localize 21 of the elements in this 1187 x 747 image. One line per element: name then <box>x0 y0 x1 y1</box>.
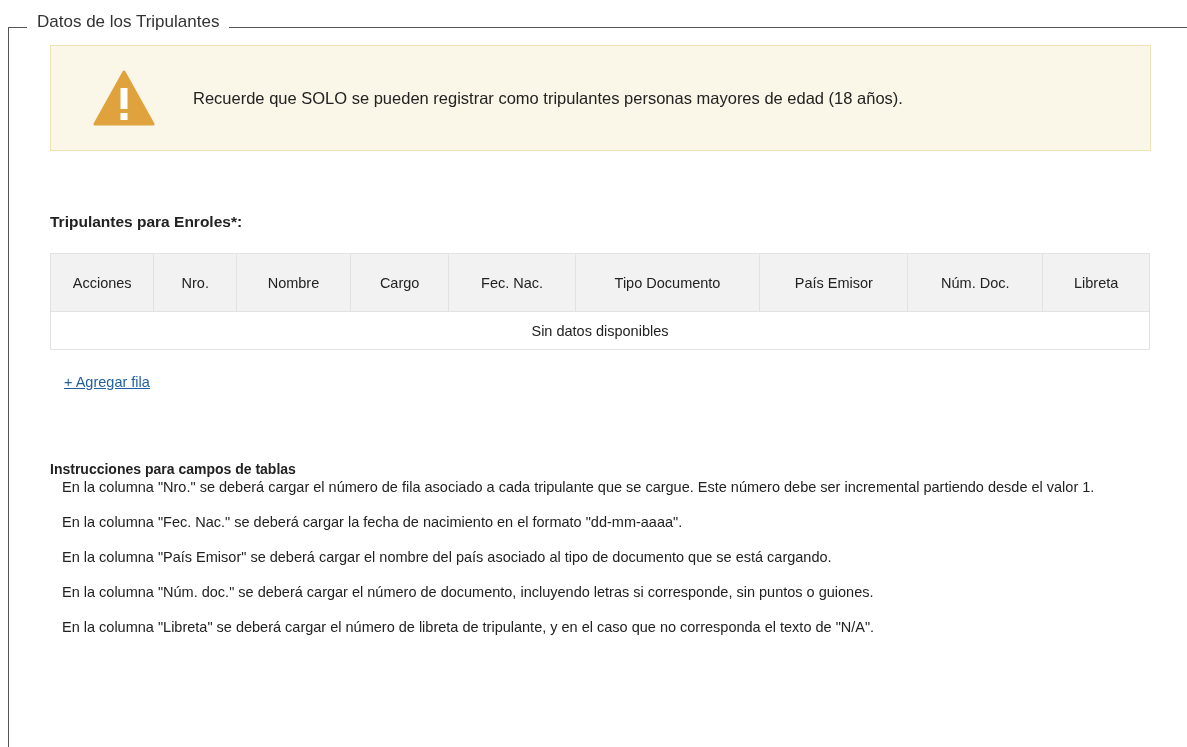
column-header: País Emisor <box>759 253 908 312</box>
instruction-text: En la columna "Nro." se deberá cargar el número de fila asociado a cada tripulante que se cargue. Este número debe ser incremental partiendo desde el valor 1. <box>62 478 1096 497</box>
instruction-text: En la columna "País Emisor" se deberá cargar el nombre del país asociado al tipo de documento que se está cargando. <box>62 548 833 567</box>
column-header: Acciones <box>50 253 154 312</box>
column-header: Fec. Nac. <box>449 253 576 312</box>
empty-table-message: Sin datos disponibles <box>50 311 1150 350</box>
instructions-title: Instrucciones para campos de tablas <box>50 461 297 477</box>
column-header: Cargo <box>350 253 449 312</box>
column-header: Nro. <box>153 253 237 312</box>
section-legend: Datos de los Tripulantes <box>27 12 230 32</box>
instruction-text: En la columna "Núm. doc." se deberá cargar el número de documento, incluyendo letras si corresponde, sin puntos o guiones. <box>62 583 875 602</box>
warning-icon <box>93 70 155 126</box>
column-header: Núm. Doc. <box>907 253 1043 312</box>
instruction-text: En la columna "Libreta" se deberá cargar el número de libreta de tripulante, y en el caso que no corresponda el texto de "N/A". <box>62 618 876 637</box>
add-row-link[interactable]: + Agregar fila <box>64 374 150 390</box>
alert-message: Recuerde que SOLO se pueden registrar como tripulantes personas mayores de edad (18 años). <box>193 88 903 108</box>
column-header: Tipo Documento <box>575 253 760 312</box>
table-title: Tripulantes para Enroles*: <box>50 213 244 231</box>
instruction-text: En la columna "Fec. Nac." se deberá cargar la fecha de nacimiento en el formato "dd-mm-aaaa". <box>62 513 684 532</box>
column-header: Nombre <box>236 253 351 312</box>
column-header: Libreta <box>1042 253 1150 312</box>
